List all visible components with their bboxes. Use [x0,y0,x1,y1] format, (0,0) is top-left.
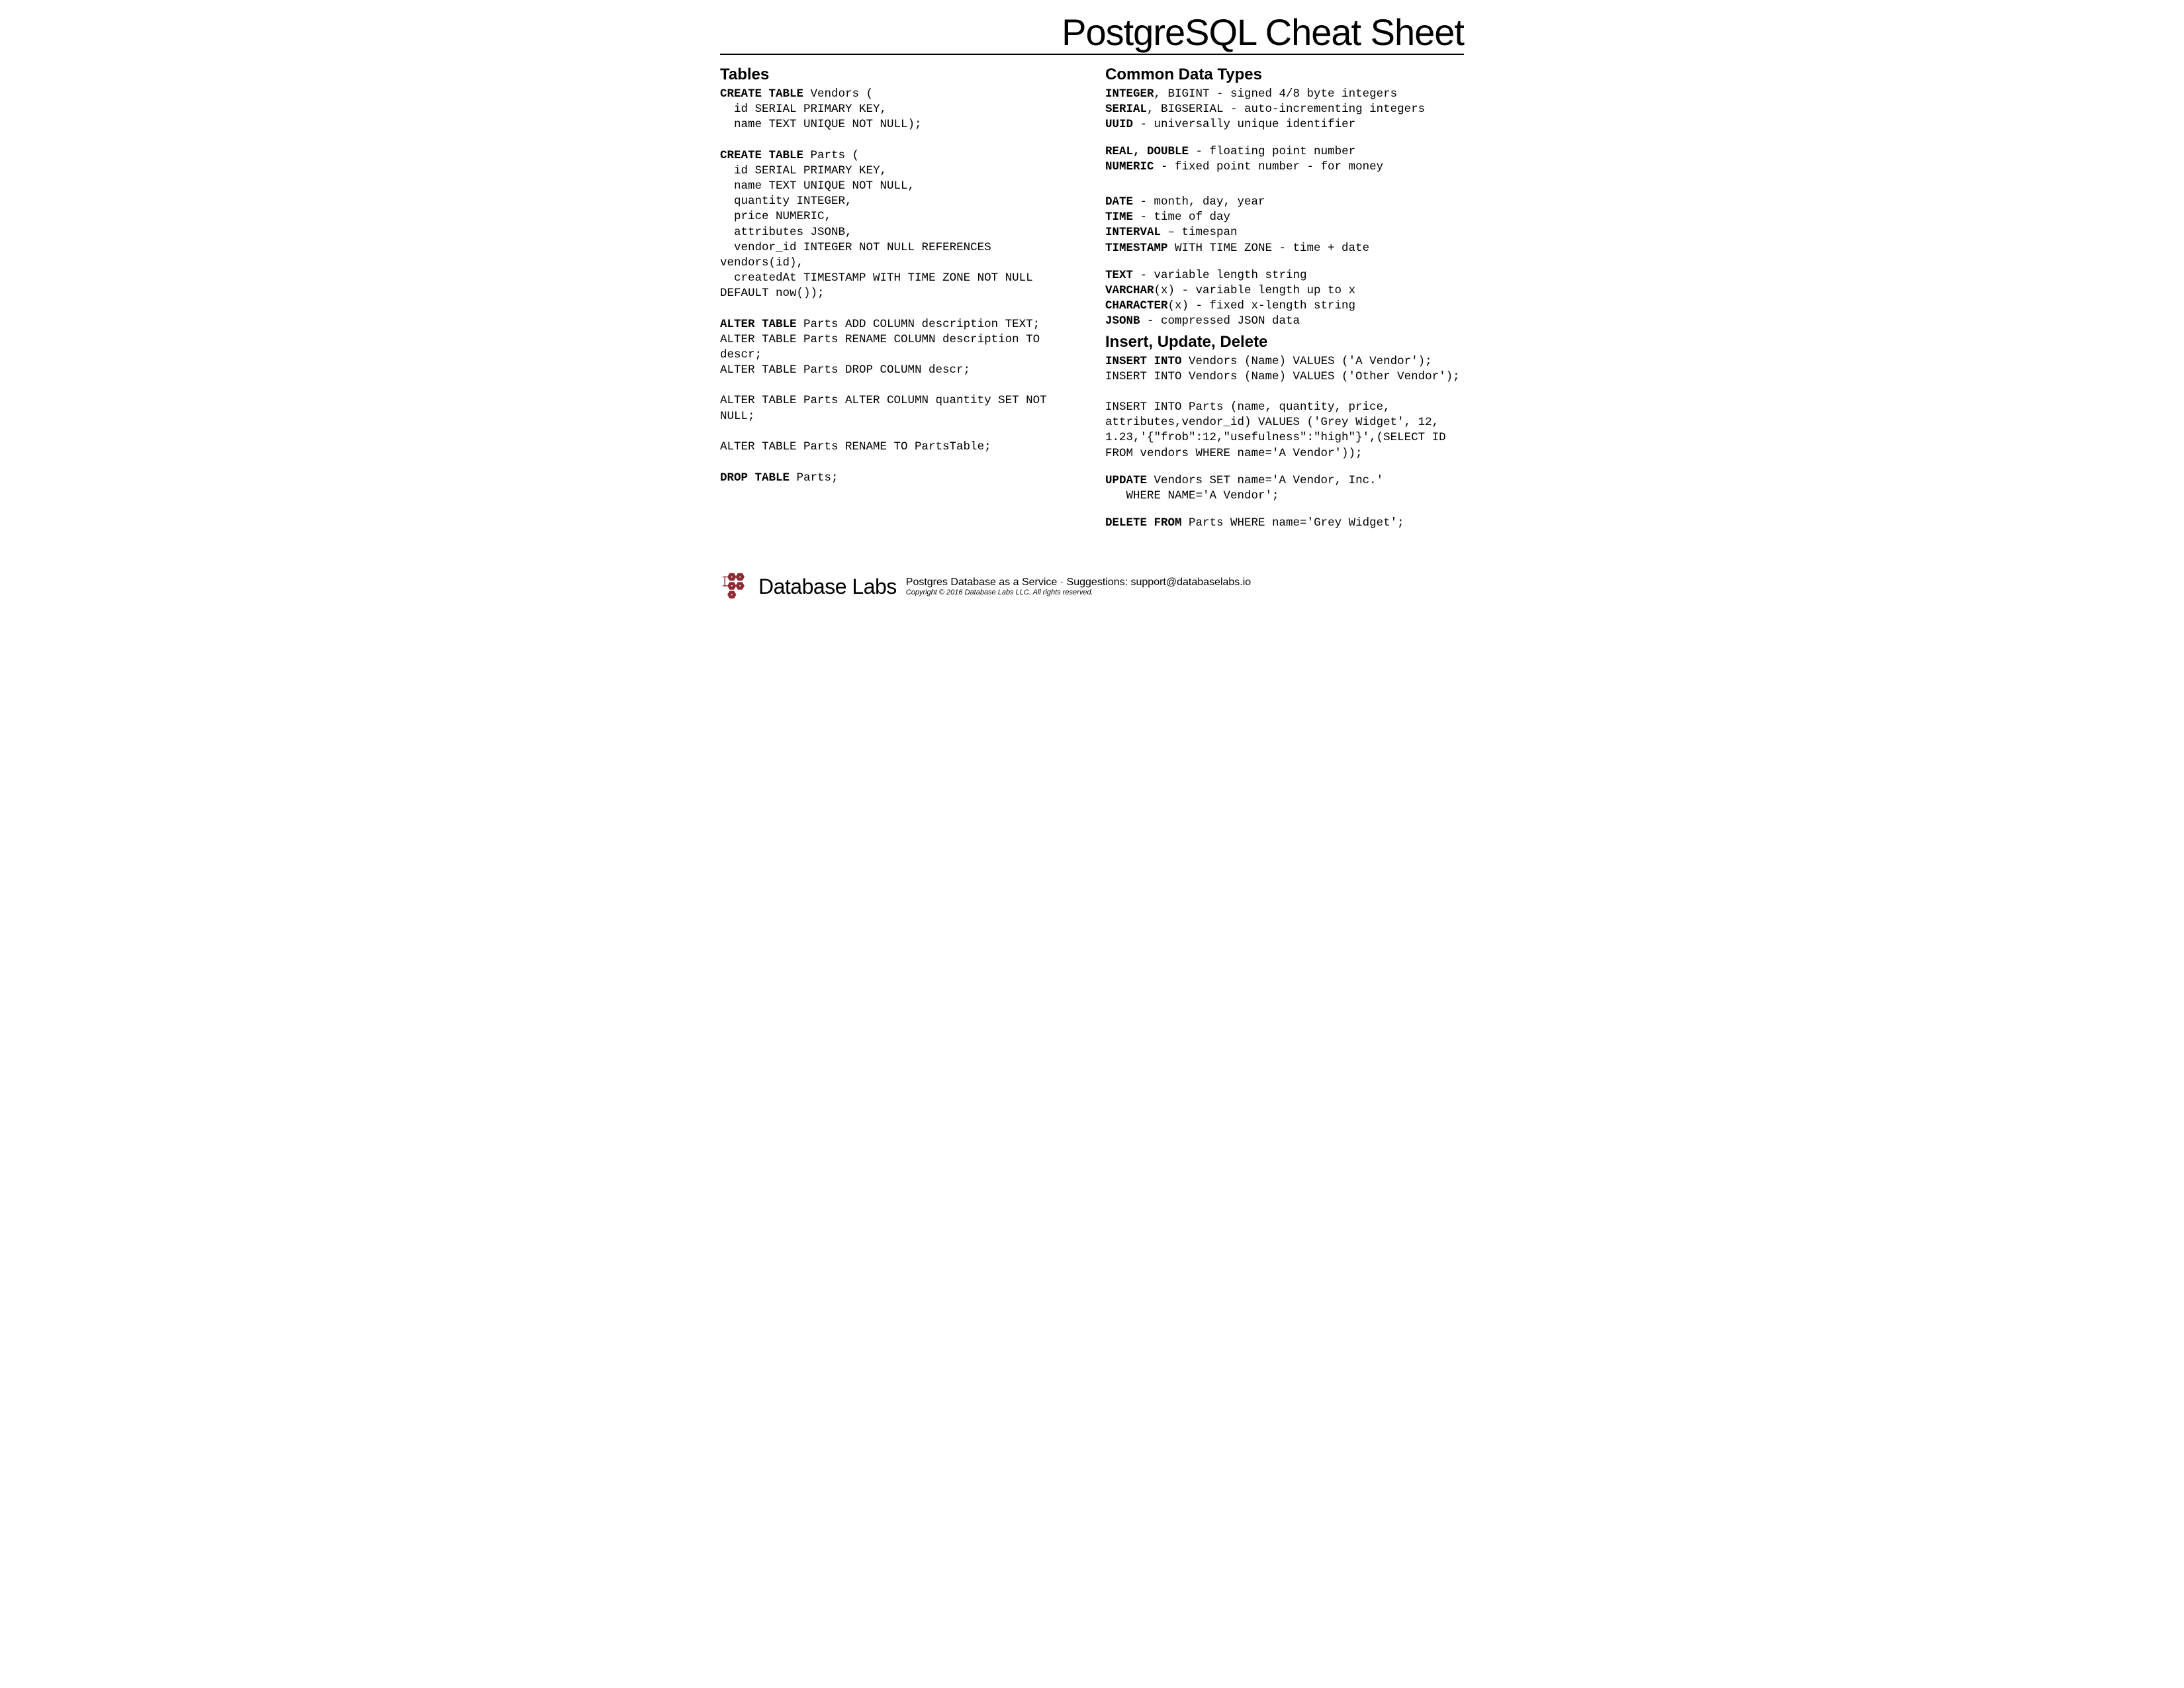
code-int-types: INTEGER, BIGINT - signed 4/8 byte intege… [1105,87,1464,132]
code-date-types: DATE - month, day, year TIME - time of d… [1105,195,1464,256]
kw-real: REAL, DOUBLE [1105,145,1189,158]
code-create-parts: CREATE TABLE Parts ( id SERIAL PRIMARY K… [720,148,1079,301]
text: vendor_id INTEGER NOT NULL REFERENCES ve… [720,241,998,269]
kw-date: DATE [1105,195,1133,209]
page: PostgreSQL Cheat Sheet Tables CREATE TAB… [695,0,1489,614]
text: id SERIAL PRIMARY KEY, [720,164,887,177]
footer-copyright: Copyright © 2016 Database Labs LLC. All … [906,588,1251,597]
text: Parts WHERE name='Grey Widget'; [1182,516,1404,530]
text: Vendors SET name='A Vendor, Inc.' [1147,474,1383,487]
section-tables: Tables [720,66,1079,84]
kw-drop-table: DROP TABLE [720,471,790,485]
code-insert: INSERT INTO Vendors (Name) VALUES ('A Ve… [1105,354,1464,461]
kw-interval: INTERVAL [1105,226,1161,239]
code-update: UPDATE Vendors SET name='A Vendor, Inc.'… [1105,473,1464,504]
text: id SERIAL PRIMARY KEY, [720,103,887,116]
text: price NUMERIC, [720,210,831,223]
kw-time: TIME [1105,211,1133,224]
text: ALTER TABLE Parts ALTER COLUMN quantity … [720,394,1054,422]
kw-serial: SERIAL [1105,103,1147,116]
text: - floating point number [1189,145,1355,158]
text: Vendors ( [803,87,873,101]
text: attributes JSONB, [720,226,852,239]
text: - month, day, year [1133,195,1265,209]
text: , BIGSERIAL - auto-incrementing integers [1147,103,1425,116]
kw-insert: INSERT INTO [1105,355,1182,368]
text: (x) - variable length up to x [1154,284,1356,297]
text: ALTER TABLE Parts RENAME COLUMN descript… [720,333,1047,361]
text: WHERE NAME='A Vendor'; [1105,489,1279,502]
columns: Tables CREATE TABLE Vendors ( id SERIAL … [720,63,1464,531]
text: , BIGINT - signed 4/8 byte integers [1154,87,1398,101]
footer: Database Labs Postgres Database as a Ser… [720,569,1464,604]
text: WITH TIME ZONE - time + date [1168,242,1370,255]
code-create-vendors: CREATE TABLE Vendors ( id SERIAL PRIMARY… [720,87,1079,132]
text: createdAt TIMESTAMP WITH TIME ZONE NOT N… [720,271,1040,300]
logo-icon [720,569,752,604]
text: Vendors (Name) VALUES ('A Vendor'); [1182,355,1432,368]
footer-brand: Database Labs [758,575,897,599]
text: INSERT INTO Parts (name, quantity, price… [1105,400,1453,459]
right-column: Common Data Types INTEGER, BIGINT - sign… [1105,63,1464,531]
code-float-types: REAL, DOUBLE - floating point number NUM… [1105,144,1464,175]
text: Parts ( [803,149,859,162]
text: ALTER TABLE Parts DROP COLUMN descr; [720,363,970,377]
hex-logo-icon [720,569,752,601]
kw-text: TEXT [1105,269,1133,282]
section-data-types: Common Data Types [1105,66,1464,84]
kw-integer: INTEGER [1105,87,1154,101]
kw-delete: DELETE FROM [1105,516,1182,530]
code-delete: DELETE FROM Parts WHERE name='Grey Widge… [1105,516,1464,531]
text: - time of day [1133,211,1230,224]
kw-character: CHARACTER [1105,299,1168,312]
text: - variable length string [1133,269,1307,282]
section-insert-update-delete: Insert, Update, Delete [1105,333,1464,352]
code-drop: DROP TABLE Parts; [720,471,1079,486]
text: - universally unique identifier [1133,118,1355,131]
code-alter: ALTER TABLE Parts ADD COLUMN description… [720,317,1079,455]
text: ALTER TABLE Parts RENAME TO PartsTable; [720,440,991,453]
kw-create-table: CREATE TABLE [720,87,803,101]
text: quantity INTEGER, [720,195,852,208]
footer-text: Postgres Database as a Service · Suggest… [906,577,1251,597]
text: – timespan [1161,226,1238,239]
code-string-types: TEXT - variable length string VARCHAR(x)… [1105,268,1464,329]
text: - fixed point number - for money [1154,160,1384,173]
text: Parts ADD COLUMN description TEXT; [797,318,1040,331]
kw-timestamp: TIMESTAMP [1105,242,1168,255]
text: INSERT INTO Vendors (Name) VALUES ('Othe… [1105,370,1460,383]
kw-create-table: CREATE TABLE [720,149,803,162]
kw-numeric: NUMERIC [1105,160,1154,173]
text: - compressed JSON data [1140,314,1300,328]
text: name TEXT UNIQUE NOT NULL); [720,118,922,131]
kw-alter-table: ALTER TABLE [720,318,797,331]
page-title: PostgreSQL Cheat Sheet [720,13,1464,55]
kw-varchar: VARCHAR [1105,284,1154,297]
text: (x) - fixed x-length string [1168,299,1356,312]
left-column: Tables CREATE TABLE Vendors ( id SERIAL … [720,63,1079,531]
footer-tagline: Postgres Database as a Service · Suggest… [906,577,1251,588]
kw-update: UPDATE [1105,474,1147,487]
text: name TEXT UNIQUE NOT NULL, [720,179,915,193]
kw-uuid: UUID [1105,118,1133,131]
kw-jsonb: JSONB [1105,314,1140,328]
text: Parts; [790,471,839,485]
